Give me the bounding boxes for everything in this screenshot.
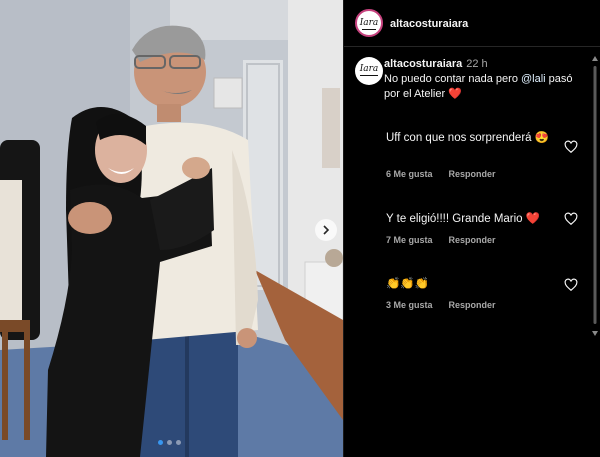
header-username[interactable]: altacosturaiara xyxy=(390,18,468,30)
comments-scrollbar[interactable] xyxy=(592,56,598,336)
caption-username[interactable]: altacosturaiara xyxy=(384,58,462,70)
heart-outline-icon[interactable] xyxy=(564,212,578,226)
avatar-logo-text: Iara xyxy=(359,64,379,74)
comment-meta: 3 Me gusta Responder xyxy=(386,300,512,310)
heart-outline-icon[interactable] xyxy=(564,278,578,292)
comment-meta: 7 Me gusta Responder xyxy=(386,235,512,245)
comments-panel: Iara altacosturaiara Iara altacosturaiar… xyxy=(344,0,600,457)
caption-avatar[interactable]: Iara xyxy=(355,57,383,85)
caption-mention[interactable]: @lali xyxy=(521,73,546,85)
post-photo[interactable] xyxy=(0,0,343,457)
comment-text: Uff con que nos sorprenderá 😍 xyxy=(386,132,550,144)
comment-likes[interactable]: 6 Me gusta xyxy=(386,169,433,179)
comment-meta: 6 Me gusta Responder xyxy=(386,169,512,179)
comment-likes[interactable]: 3 Me gusta xyxy=(386,300,433,310)
carousel-indicator xyxy=(158,440,188,446)
avatar-logo-line xyxy=(360,75,378,76)
comment-text: Y te eligió!!!! Grande Mario ❤️ xyxy=(386,213,541,225)
next-photo-button[interactable] xyxy=(315,219,337,241)
carousel-dot[interactable] xyxy=(167,440,172,445)
avatar-logo-line xyxy=(362,29,376,30)
chevron-right-icon xyxy=(323,225,330,235)
reply-button[interactable]: Responder xyxy=(449,169,496,179)
reply-button[interactable]: Responder xyxy=(449,300,496,310)
post-caption: altacosturaiara 22 h No puedo contar nada… xyxy=(384,57,584,102)
header-avatar[interactable]: Iara xyxy=(355,9,383,37)
carousel-dot[interactable] xyxy=(176,440,181,445)
heart-outline-icon[interactable] xyxy=(564,140,578,154)
reply-button[interactable]: Responder xyxy=(449,235,496,245)
carousel-dot[interactable] xyxy=(158,440,163,445)
post-header: Iara altacosturaiara xyxy=(344,0,600,47)
comment-likes[interactable]: 7 Me gusta xyxy=(386,235,433,245)
comment-text: 👏👏👏 xyxy=(386,278,429,290)
caption-text: No puedo contar nada pero xyxy=(384,73,521,85)
instagram-post-modal: Iara altacosturaiara Iara altacosturaiar… xyxy=(0,0,600,457)
post-time[interactable]: 22 h xyxy=(466,58,487,70)
avatar-logo-text: Iara xyxy=(359,18,379,28)
photo-scene xyxy=(0,0,343,457)
